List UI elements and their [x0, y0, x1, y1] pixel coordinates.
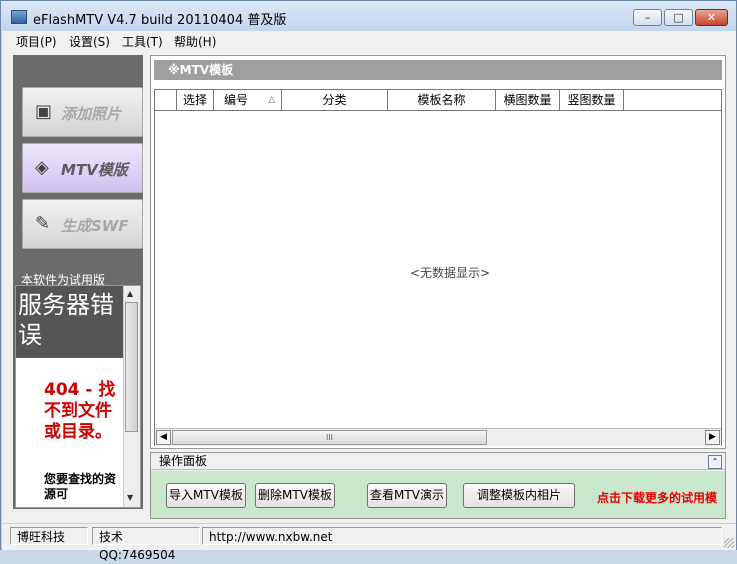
scroll-up-icon[interactable]: ▲ [127, 289, 133, 298]
view-demo-button[interactable]: 查看MTV演示 [367, 483, 447, 508]
delete-template-button[interactable]: 删除MTV模板 [255, 483, 335, 508]
web-ad-frame[interactable]: 服务器错误 404 - 找不到文件或目录。 您要查找的资源可 ▲ ▼ [15, 285, 141, 508]
minimize-button[interactable]: – [633, 9, 662, 26]
title-bar[interactable]: eFlashMTV V4.7 build 20110404 普及版 – □ ✕ [1, 1, 736, 31]
menu-help[interactable]: 帮助(H) [174, 33, 216, 50]
nav-label: 生成SWF [61, 217, 129, 235]
grid-horizontal-scrollbar[interactable]: ◀ III ▶ [155, 428, 721, 446]
menu-project[interactable]: 项目(P) [16, 33, 57, 50]
column-category[interactable]: 分类 [282, 90, 388, 110]
operations-panel-header: 操作面板 ⌃ [151, 453, 725, 470]
column-landscape-count[interactable]: 横图数量 [496, 90, 560, 110]
nav-generate-swf[interactable]: ✎ 生成SWF [22, 199, 143, 249]
operations-panel: 操作面板 ⌃ 导入MTV模板 删除MTV模板 查看MTV演示 调整模板内相片 点… [150, 452, 726, 519]
template-panel: ※MTV模板 选择 编号 △ 分类 模板名称 横图数量 竖图数量 <无数据显示> [150, 55, 726, 449]
scroll-right-icon[interactable]: ▶ [705, 430, 720, 445]
status-qq: 技术QQ:7469504 [92, 527, 200, 562]
trial-notice: 本软件为试用版 [21, 273, 106, 285]
column-template-name[interactable]: 模板名称 [388, 90, 496, 110]
operations-panel-body: 导入MTV模板 删除MTV模板 查看MTV演示 调整模板内相片 点击下载更多的试… [151, 471, 725, 518]
download-more-link[interactable]: 点击下载更多的试用模 [597, 489, 717, 506]
template-icon: ◈ [35, 157, 49, 178]
empty-grid-message: <无数据显示> [410, 266, 491, 280]
menu-settings[interactable]: 设置(S) [69, 33, 110, 50]
nav-add-photo[interactable]: ▣ 添加照片 [22, 87, 143, 137]
menu-bar: 项目(P) 设置(S) 工具(T) 帮助(H) [2, 31, 736, 51]
nav-mtv-template[interactable]: ◈ MTV模版 [22, 143, 143, 193]
nav-label: 添加照片 [61, 105, 122, 123]
sort-asc-icon: △ [268, 95, 275, 105]
resize-grip-icon[interactable] [724, 538, 734, 548]
nav-label: MTV模版 [61, 161, 128, 179]
scroll-down-icon[interactable]: ▼ [127, 493, 133, 502]
app-icon [11, 10, 27, 24]
swf-icon: ✎ [35, 213, 51, 234]
menu-tools[interactable]: 工具(T) [122, 33, 163, 50]
adjust-photos-button[interactable]: 调整模板内相片 [463, 483, 575, 508]
column-number-label: 编号 [224, 93, 249, 107]
close-button[interactable]: ✕ [695, 9, 728, 26]
sidebar: ▣ 添加照片 ◈ MTV模版 ✎ 生成SWF 本软件为试用版 服务器错误 404… [13, 55, 143, 509]
client-area: ▣ 添加照片 ◈ MTV模版 ✎ 生成SWF 本软件为试用版 服务器错误 404… [2, 51, 736, 523]
status-company: 博旺科技 [10, 527, 88, 545]
window-title: eFlashMTV V4.7 build 20110404 普及版 [33, 13, 287, 28]
app-window: eFlashMTV V4.7 build 20110404 普及版 – □ ✕ … [0, 0, 737, 562]
status-website[interactable]: http://www.nxbw.net [202, 527, 722, 545]
column-select[interactable]: 选择 [177, 90, 214, 110]
column-number[interactable]: 编号 △ [214, 90, 282, 110]
template-panel-header: ※MTV模板 [154, 60, 722, 80]
scroll-left-icon[interactable]: ◀ [156, 430, 171, 445]
column-indicator[interactable] [155, 90, 177, 110]
error-code: 404 - 找不到文件或目录。 [44, 380, 116, 442]
maximize-button[interactable]: □ [664, 9, 693, 26]
import-template-button[interactable]: 导入MTV模板 [166, 483, 246, 508]
photo-icon: ▣ [35, 101, 53, 122]
scroll-thumb[interactable]: III [172, 430, 487, 445]
grid-header: 选择 编号 △ 分类 模板名称 横图数量 竖图数量 [155, 90, 721, 111]
status-bar: 博旺科技 技术QQ:7469504 http://www.nxbw.net [2, 523, 736, 562]
template-grid[interactable]: 选择 编号 △ 分类 模板名称 横图数量 竖图数量 <无数据显示> ◀ III … [154, 89, 722, 446]
error-subtext: 您要查找的资源可 [44, 472, 117, 501]
web-scrollbar[interactable]: ▲ ▼ [123, 286, 140, 507]
scroll-thumb[interactable] [125, 302, 138, 432]
collapse-icon[interactable]: ⌃ [708, 455, 722, 469]
operations-panel-title: 操作面板 [159, 454, 208, 468]
error-heading: 服务器错误 [16, 286, 124, 358]
column-portrait-count[interactable]: 竖图数量 [560, 90, 624, 110]
